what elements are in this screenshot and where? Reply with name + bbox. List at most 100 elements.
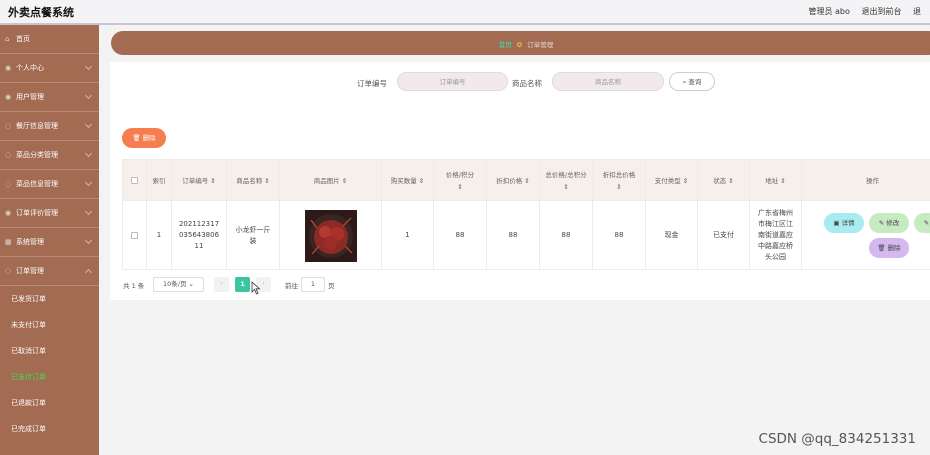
pagination: 共 1 条 10条/页 ⌄ ‹ 1 › 前往 1 页	[123, 277, 523, 293]
goods-image	[304, 209, 357, 262]
cell-status: 已支付	[698, 201, 750, 270]
cell-pay-type: 现金	[646, 201, 698, 270]
sidebar-sub-shipped[interactable]: 已发货订单	[0, 286, 99, 312]
sidebar-item-restaurant[interactable]: ◌ 餐厅信息管理	[0, 112, 99, 141]
mouse-cursor-icon	[251, 281, 261, 295]
cell-price: 88	[434, 201, 487, 270]
sidebar-sub-cancelled[interactable]: 已取消订单	[0, 338, 99, 364]
table-header: 索引 订单编号 ⇕ 商品名称 ⇕ 商品图片 ⇕ 购买数量 ⇕ 价格/积分 ⇕ 折扣…	[123, 160, 930, 201]
col-pay-type[interactable]: 支付类型 ⇕	[646, 160, 698, 201]
chevron-down-icon	[84, 207, 93, 216]
ship-button[interactable]: ✎ 发货	[914, 213, 930, 233]
home-icon: ⌂	[5, 35, 10, 43]
chevron-down-icon: ⌄	[188, 280, 194, 288]
cell-actions: ▣ 详情 ✎ 修改 ✎ 发货 🗑 删除	[802, 201, 930, 270]
col-discount-total[interactable]: 折扣总价格 ⇕	[593, 160, 646, 201]
cell-discount-total: 88	[593, 201, 646, 270]
comment-icon: ◉	[5, 209, 12, 217]
shop-icon: ◌	[5, 122, 12, 130]
breadcrumb-current: 订单管理	[527, 41, 554, 49]
goods-name-label: 商品名称	[512, 79, 542, 88]
user-icon: ◉	[5, 64, 12, 72]
col-total[interactable]: 总价格/总积分 ⇕	[540, 160, 593, 201]
watermark: CSDN @qq_834251331	[758, 431, 916, 447]
goto-page-input[interactable]: 1	[301, 277, 325, 292]
ship-icon: ✎	[923, 219, 930, 227]
col-price[interactable]: 价格/积分 ⇕	[434, 160, 487, 201]
batch-delete-button[interactable]: 🗑 删除	[122, 128, 166, 148]
trash-icon: 🗑	[132, 134, 143, 142]
category-icon: ◌	[5, 151, 12, 159]
chevron-up-icon	[84, 268, 93, 277]
page-size-select[interactable]: 10条/页 ⌄	[153, 277, 204, 292]
detail-button[interactable]: ▣ 详情	[824, 213, 864, 233]
exit-front-link[interactable]: 退出到前台	[861, 7, 901, 16]
search-form: 订单编号 订单编号 商品名称 商品名称 ⌕ 查询	[110, 72, 830, 91]
chevron-down-icon	[84, 149, 93, 158]
col-status[interactable]: 状态 ⇕	[698, 160, 750, 201]
admin-label: 管理员 abo	[808, 7, 850, 16]
col-index: 索引	[147, 160, 172, 201]
col-discount[interactable]: 折扣价格 ⇕	[487, 160, 540, 201]
cell-order-no: 20211231703564380611	[172, 201, 227, 270]
sidebar: ⌂ 首页 ◉ 个人中心 ◉ 用户管理 ◌ 餐厅信息管理 ◌ 菜品分类管理 ◌ 菜品信息管理 …	[0, 25, 99, 455]
chevron-down-icon	[84, 62, 93, 71]
col-qty[interactable]: 购买数量 ⇕	[382, 160, 434, 201]
chevron-down-icon	[84, 236, 93, 245]
sidebar-item-system[interactable]: ▦ 系统管理	[0, 228, 99, 257]
chevron-down-icon	[84, 178, 93, 187]
chevron-down-icon	[84, 120, 93, 129]
top-right-menu: 管理员 abo 退出到前台 退	[808, 6, 930, 17]
chevron-down-icon	[84, 91, 93, 100]
sidebar-item-orders[interactable]: ◌ 订单管理	[0, 257, 99, 286]
cell-goods-image	[280, 201, 382, 270]
sidebar-sub-paid[interactable]: 已支付订单	[0, 364, 99, 390]
top-bar: 外卖点餐系统 管理员 abo 退出到前台 退	[0, 0, 930, 25]
logout-link[interactable]: 退	[913, 7, 921, 16]
edit-button[interactable]: ✎ 修改	[869, 213, 909, 233]
users-icon: ◉	[5, 93, 12, 101]
cell-goods-name: 小龙虾一斤装	[227, 201, 280, 270]
goods-name-input[interactable]: 商品名称	[552, 72, 664, 91]
sidebar-sub-completed[interactable]: 已完成订单	[0, 416, 99, 442]
order-no-label: 订单编号	[357, 79, 387, 88]
sidebar-item-profile[interactable]: ◉ 个人中心	[0, 54, 99, 83]
cell-address: 广东省梅州市梅江区江南街道嘉应中路嘉应桥头公园	[750, 201, 802, 270]
page-suffix: 页	[328, 282, 335, 290]
sidebar-item-users[interactable]: ◉ 用户管理	[0, 83, 99, 112]
cell-qty: 1	[382, 201, 434, 270]
cell-discount: 88	[487, 201, 540, 270]
cell-index: 1	[147, 201, 172, 270]
goto-label: 前往	[285, 282, 298, 290]
sidebar-item-review[interactable]: ◉ 订单评价管理	[0, 199, 99, 228]
sidebar-item-category[interactable]: ◌ 菜品分类管理	[0, 141, 99, 170]
col-order-no[interactable]: 订单编号 ⇕	[172, 160, 227, 201]
delete-button[interactable]: 🗑 删除	[869, 238, 909, 258]
order-icon: ◌	[5, 267, 12, 275]
dish-icon: ◌	[5, 180, 12, 188]
page-1-button[interactable]: 1	[235, 277, 250, 292]
sidebar-sub-refunded[interactable]: 已退款订单	[0, 390, 99, 416]
breadcrumb: 首页 ✪ 订单管理	[111, 31, 930, 55]
prev-page-button[interactable]: ‹	[214, 277, 229, 292]
sidebar-sub-unpaid[interactable]: 未支付订单	[0, 312, 99, 338]
select-all-checkbox[interactable]	[123, 160, 147, 201]
total-count: 共 1 条	[123, 282, 145, 290]
cell-total: 88	[540, 201, 593, 270]
app-title: 外卖点餐系统	[8, 6, 74, 19]
col-address[interactable]: 地址 ⇕	[750, 160, 802, 201]
system-icon: ▦	[5, 238, 12, 246]
trash-icon: 🗑	[877, 244, 888, 252]
sidebar-item-home[interactable]: ⌂ 首页	[0, 25, 99, 54]
col-goods-name[interactable]: 商品名称 ⇕	[227, 160, 280, 201]
order-panel: 订单编号 订单编号 商品名称 商品名称 ⌕ 查询 🗑 删除 索引 订单编号 ⇕ …	[110, 62, 930, 300]
order-table: 索引 订单编号 ⇕ 商品名称 ⇕ 商品图片 ⇕ 购买数量 ⇕ 价格/积分 ⇕ 折扣…	[122, 159, 930, 270]
col-actions: 操作	[866, 176, 879, 185]
order-no-input[interactable]: 订单编号	[397, 72, 508, 91]
main-content: 首页 ✪ 订单管理 订单编号 订单编号 商品名称 商品名称 ⌕ 查询 🗑 删除 …	[99, 25, 930, 455]
row-checkbox[interactable]	[123, 201, 147, 270]
col-goods-image[interactable]: 商品图片 ⇕	[280, 160, 382, 201]
search-button[interactable]: ⌕ 查询	[669, 72, 715, 91]
breadcrumb-home[interactable]: 首页	[499, 41, 512, 49]
sidebar-item-dish[interactable]: ◌ 菜品信息管理	[0, 170, 99, 199]
